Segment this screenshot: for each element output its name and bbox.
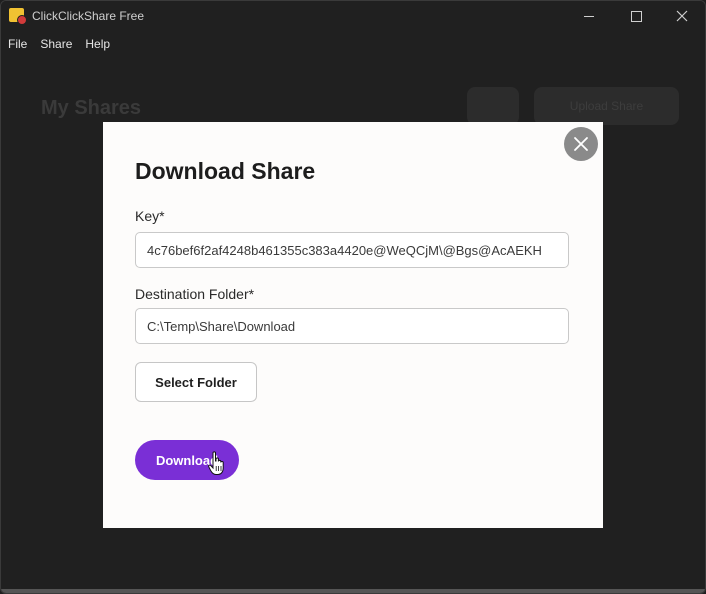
close-icon (574, 137, 588, 151)
window-close-button[interactable] (660, 1, 704, 31)
background-footer (1, 589, 705, 593)
key-input[interactable] (135, 232, 569, 268)
download-share-dialog: Download Share Key* Destination Folder* … (103, 122, 603, 528)
menu-help[interactable]: Help (85, 33, 110, 55)
app-logo-icon (9, 8, 27, 25)
minimize-button[interactable] (567, 1, 611, 31)
maximize-icon (630, 10, 642, 22)
menu-share[interactable]: Share (40, 33, 72, 55)
menu-bar: File Share Help (1, 33, 705, 55)
minimize-icon (584, 15, 594, 17)
key-label: Key* (135, 208, 165, 224)
title-bar[interactable]: ClickClickShare Free (1, 1, 705, 31)
dialog-close-button[interactable] (564, 127, 598, 161)
dialog-title: Download Share (135, 158, 316, 184)
hand-cursor-icon (208, 451, 224, 475)
close-icon (676, 10, 688, 22)
background-heading: My Shares (41, 97, 142, 119)
destination-folder-label: Destination Folder* (135, 286, 255, 302)
maximize-button[interactable] (614, 1, 658, 31)
background-icon-button (467, 87, 519, 125)
background-upload-button: Upload Share (534, 87, 679, 125)
select-folder-button[interactable]: Select Folder (135, 362, 257, 402)
destination-folder-input[interactable] (135, 308, 569, 344)
menu-file[interactable]: File (8, 33, 27, 55)
window-title: ClickClickShare Free (32, 9, 145, 23)
